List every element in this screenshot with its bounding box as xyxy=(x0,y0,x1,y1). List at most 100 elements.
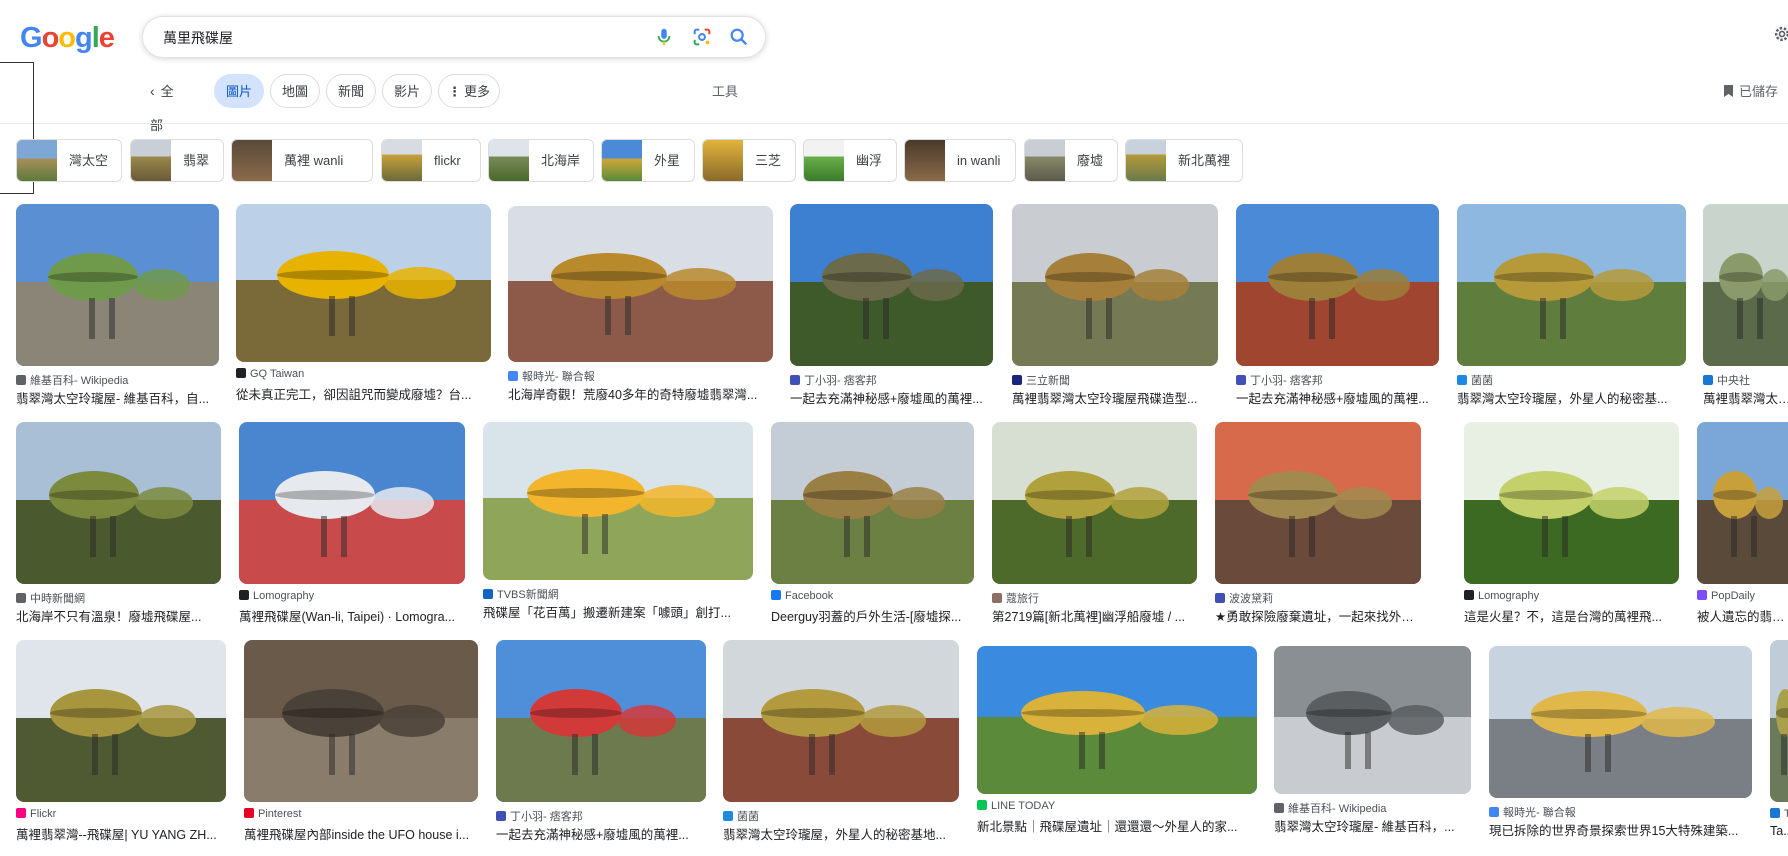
result-thumbnail[interactable] xyxy=(16,204,219,366)
lens-camera-icon[interactable] xyxy=(691,26,713,48)
result-source[interactable]: LINE TODAY xyxy=(977,800,1257,812)
result-thumbnail[interactable] xyxy=(1012,204,1218,366)
result-title[interactable]: 萬裡飛碟屋(Wan-li, Taipei) · Lomogra... xyxy=(239,606,465,625)
result-thumbnail[interactable] xyxy=(1457,204,1686,366)
result-source[interactable]: 蔻旅行 xyxy=(992,590,1197,606)
result-title[interactable]: 翡翠灣太空玲瓏屋，外星人的秘密基地... xyxy=(723,824,959,843)
result-source[interactable]: 波波黛莉 xyxy=(1215,590,1421,606)
result-thumbnail[interactable] xyxy=(1464,422,1679,584)
result-title[interactable]: 萬裡翡翠灣太空玲瓏屋... xyxy=(1703,388,1788,407)
result-thumbnail[interactable] xyxy=(992,422,1197,584)
result-title[interactable]: Deerguy羽蓋的戶外生活-[廢墟探... xyxy=(771,606,974,625)
result-source[interactable]: GQ Taiwan xyxy=(236,368,491,380)
photo-placeholder xyxy=(977,646,1257,794)
result-thumbnail[interactable] xyxy=(1697,422,1788,584)
result-source[interactable]: 三立新聞 xyxy=(1012,372,1218,388)
chip[interactable]: 廢墟 xyxy=(1024,139,1118,182)
result-source[interactable]: 維基百科- Wikipedia xyxy=(16,372,219,388)
result-title[interactable]: 北海岸奇觀！荒廢40多年的奇特廢墟翡翠灣... xyxy=(508,384,773,403)
result-source[interactable]: TVBS新聞網 xyxy=(483,586,753,602)
result-thumbnail[interactable] xyxy=(244,640,478,802)
result-source-label: 波波黛莉 xyxy=(1229,593,1273,605)
result-thumbnail[interactable] xyxy=(483,422,753,580)
search-input[interactable] xyxy=(161,26,635,50)
result-source[interactable]: Pinterest xyxy=(244,808,478,820)
result-source[interactable]: 菌菌 xyxy=(723,808,959,824)
microphone-icon[interactable] xyxy=(653,26,675,48)
result-source[interactable]: 菌菌 xyxy=(1457,372,1686,388)
result-source[interactable]: Flickr xyxy=(16,808,226,820)
result-source[interactable]: 丁小羽- 痞客邦 xyxy=(790,372,993,388)
result-source[interactable]: 報時光- 聯合報 xyxy=(508,368,773,384)
chip[interactable]: 北海岸 xyxy=(488,139,594,182)
result-thumbnail[interactable] xyxy=(790,204,993,366)
result-source[interactable]: 維基百科- Wikipedia xyxy=(1274,800,1471,816)
result-thumbnail[interactable] xyxy=(1215,422,1421,584)
result-title[interactable]: 翡翠灣太空玲瓏屋- 維基百科，... xyxy=(1274,816,1471,835)
result-title[interactable]: 翡翠灣太空玲瓏屋，外星人的秘密基... xyxy=(1457,388,1686,407)
search-icon[interactable] xyxy=(728,26,750,48)
result-thumbnail[interactable] xyxy=(1770,640,1788,802)
result-thumbnail[interactable] xyxy=(236,204,491,362)
result-thumbnail[interactable] xyxy=(508,206,773,362)
result-source[interactable]: Lomography xyxy=(1464,590,1679,602)
result-thumbnail[interactable] xyxy=(16,640,226,802)
chip[interactable]: 三芝 xyxy=(702,139,796,182)
result-title[interactable]: 萬裡翡翠灣太空玲瓏屋飛碟造型... xyxy=(1012,388,1218,407)
result-title[interactable]: 萬裡翡翠灣--飛碟屋| YU YANG ZH... xyxy=(16,824,226,843)
result-source[interactable]: Ta xyxy=(1770,808,1788,820)
tab-news[interactable]: 新聞 xyxy=(326,74,376,108)
result-title[interactable]: 第2719篇[新北萬裡]幽浮船廢墟 / ... xyxy=(992,606,1197,625)
gear-icon[interactable] xyxy=(1772,24,1788,44)
chip[interactable]: flickr xyxy=(381,139,481,182)
result-source[interactable]: Facebook xyxy=(771,590,974,602)
result-source[interactable]: 丁小羽- 痞客邦 xyxy=(496,808,706,824)
result-thumbnail[interactable] xyxy=(1274,646,1471,794)
tab-maps[interactable]: 地圖 xyxy=(270,74,320,108)
result-thumbnail[interactable] xyxy=(239,422,465,584)
saved-button[interactable]: 已儲存 xyxy=(1724,81,1778,100)
chip[interactable]: 新北萬裡 xyxy=(1125,139,1243,182)
result-source[interactable]: Lomography xyxy=(239,590,465,602)
result-title[interactable]: 一起去充滿神秘感+廢墟風的萬裡... xyxy=(1236,388,1439,407)
tab-images[interactable]: 圖片 xyxy=(214,74,264,108)
result-title[interactable]: 從未真正完工，卻因詛咒而變成廢墟？台... xyxy=(236,384,491,403)
result-title[interactable]: 一起去充滿神秘感+廢墟風的萬裡... xyxy=(496,824,706,843)
result-title[interactable]: 翡翠灣太空玲瓏屋- 維基百科，自... xyxy=(16,388,219,407)
google-logo[interactable]: Google xyxy=(20,22,115,55)
result-thumbnail[interactable] xyxy=(771,422,974,584)
result-title[interactable]: 北海岸不只有溫泉！廢墟飛碟屋... xyxy=(16,606,221,625)
result-title[interactable]: 萬裡飛碟屋內部inside the UFO house i... xyxy=(244,824,478,843)
result-source[interactable]: 中央社 xyxy=(1703,372,1788,388)
result-title[interactable]: 一起去充滿神秘感+廢墟風的萬裡... xyxy=(790,388,993,407)
result-title[interactable]: 被人遺忘的翡翠灣... xyxy=(1697,606,1788,625)
chip[interactable]: in wanli xyxy=(904,139,1016,182)
result-thumbnail[interactable] xyxy=(16,422,221,584)
result-title[interactable]: 現已拆除的世界奇景探索世界15大特殊建築... xyxy=(1489,820,1752,839)
result-title[interactable]: Ta... xyxy=(1770,824,1788,838)
result-thumbnail[interactable] xyxy=(723,640,959,802)
chip[interactable]: 幽浮 xyxy=(803,139,897,182)
result-source[interactable]: 報時光- 聯合報 xyxy=(1489,804,1752,820)
result-source[interactable]: PopDaily xyxy=(1697,590,1788,602)
result-title[interactable]: 這是火星？不，這是台灣的萬裡飛... xyxy=(1464,606,1679,625)
photo-placeholder xyxy=(236,204,491,362)
result-thumbnail[interactable] xyxy=(496,640,706,802)
all-link[interactable]: ‹ 全部 xyxy=(150,74,174,133)
result-thumbnail[interactable] xyxy=(1489,646,1752,798)
tab-more[interactable]: ⋮ 更多 xyxy=(438,74,500,108)
chip[interactable]: 灣太空 xyxy=(16,139,122,182)
result-thumbnail[interactable] xyxy=(977,646,1257,794)
chip[interactable]: 外星 xyxy=(601,139,695,182)
result-source[interactable]: 中時新聞網 xyxy=(16,590,221,606)
result-thumbnail[interactable] xyxy=(1236,204,1439,366)
result-source[interactable]: 丁小羽- 痞客邦 xyxy=(1236,372,1439,388)
result-title[interactable]: ★勇敢探險廢棄遺址，一起來找外星人... xyxy=(1215,606,1421,625)
chip[interactable]: 萬裡 wanli xyxy=(231,139,373,182)
result-thumbnail[interactable] xyxy=(1703,204,1788,366)
result-title[interactable]: 飛碟屋「花百萬」搬遷新建案「噱頭」創打... xyxy=(483,602,753,621)
result-title[interactable]: 新北景點｜飛碟屋遺址｜還還還～外星人的家... xyxy=(977,816,1257,835)
tools-button[interactable]: 工具 xyxy=(712,81,738,100)
chip[interactable]: 翡翠 xyxy=(130,139,224,182)
tab-videos[interactable]: 影片 xyxy=(382,74,432,108)
